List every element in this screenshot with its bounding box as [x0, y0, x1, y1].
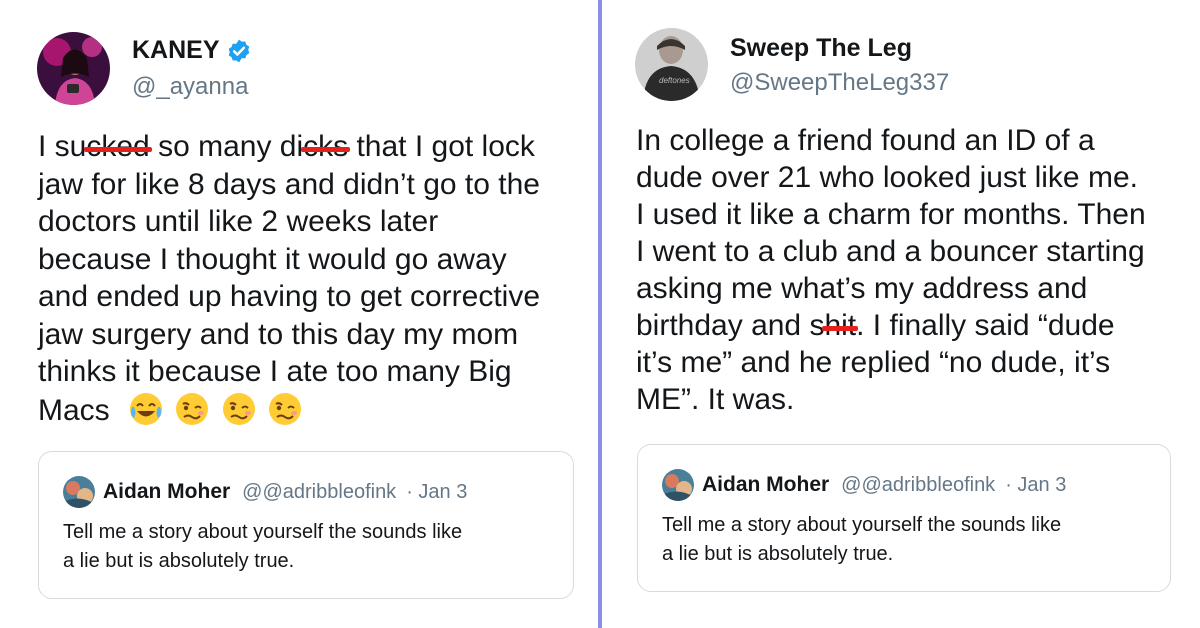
left-tweet-body: I sucked so many dicks that I got lock j…	[38, 128, 540, 429]
censored-word: hit	[824, 309, 857, 342]
tweet-line: and ended up having to get corrective	[38, 280, 541, 313]
quoted-author-name[interactable]: Aidan Moher	[702, 473, 829, 497]
author-name-text: Sweep The Leg	[730, 34, 912, 62]
tweet-line: birthday and shit. I finally said “dude	[636, 309, 1115, 342]
kaney-author-handle[interactable]: @_ayanna	[132, 73, 248, 101]
tweet-line: Macs	[38, 391, 540, 430]
quoted-tweet-text: Tell me a story about yourself the sound…	[63, 521, 463, 572]
quoted-tweet-header: Aidan Moher @@adribbleofink · Jan 3	[63, 476, 467, 508]
sweep-the-leg-author-name[interactable]: Sweep The Leg	[730, 34, 912, 63]
tweet-line: doctors until like 2 weeks later	[38, 205, 439, 238]
woozy-face-emoji	[269, 392, 302, 425]
tweet-line: dude over 21 who looked just like me.	[636, 161, 1138, 194]
sweep-the-leg-avatar[interactable]: deftones	[635, 28, 708, 101]
tweet-line: ME”. It was.	[636, 383, 795, 416]
quoted-tweet-card[interactable]: Aidan Moher @@adribbleofink · Jan 3 Tell…	[637, 444, 1171, 592]
woozy-face-emoji	[176, 392, 209, 425]
svg-text:deftones: deftones	[659, 76, 690, 85]
tweet-line: it’s me” and he replied “no dude, it’s	[636, 346, 1111, 379]
quoted-tweet-date[interactable]: · Jan 3	[1005, 474, 1066, 497]
aidan-moher-avatar[interactable]	[662, 469, 694, 501]
tweet-line: I sucked so many dicks that I got lock	[38, 130, 535, 163]
tweet-line: because I thought it would go away	[38, 242, 507, 276]
quoted-author-handle[interactable]: @@adribbleofink	[242, 481, 396, 504]
aidan-moher-avatar[interactable]	[63, 476, 95, 508]
quoted-author-name[interactable]: Aidan Moher	[103, 480, 230, 504]
quoted-author-handle[interactable]: @@adribbleofink	[841, 474, 995, 497]
woozy-face-emoji	[222, 392, 255, 425]
left-tweet-panel: KANEY @_ayanna I sucked so many dicks th…	[0, 0, 598, 628]
tweet-line: asking me what’s my address and	[636, 272, 1088, 305]
censored-word: cks	[303, 130, 349, 163]
right-tweet-body: In college a friend found an ID of a dud…	[636, 122, 1146, 418]
kaney-avatar[interactable]	[37, 32, 110, 105]
quoted-tweet-text: Tell me a story about yourself the sound…	[662, 514, 1062, 565]
quoted-tweet-header: Aidan Moher @@adribbleofink · Jan 3	[662, 469, 1066, 501]
quoted-tweet-card[interactable]: Aidan Moher @@adribbleofink · Jan 3 Tell…	[38, 451, 574, 599]
quoted-tweet-date[interactable]: · Jan 3	[406, 481, 467, 504]
tweet-line: I went to a club and a bouncer starting	[636, 235, 1145, 268]
verified-badge-icon	[226, 38, 252, 64]
tweet-line: jaw surgery and to this day my mom	[38, 317, 519, 351]
face-with-tears-of-joy-emoji	[130, 392, 163, 425]
right-tweet-panel: deftones Sweep The Leg @SweepTheLeg337 I…	[602, 0, 1200, 628]
sweep-the-leg-author-handle[interactable]: @SweepTheLeg337	[730, 69, 949, 97]
censored-word: cked	[86, 130, 150, 163]
author-name-text: KANEY	[132, 36, 220, 64]
tweet-line: jaw for like 8 days and didn’t go to the	[38, 167, 540, 201]
tweet-line: thinks it because I ate too many Big	[38, 355, 512, 388]
tweet-line: In college a friend found an ID of a	[636, 124, 1095, 157]
tweet-line: I used it like a charm for months. Then	[636, 198, 1146, 231]
kaney-author-name[interactable]: KANEY	[132, 36, 252, 65]
